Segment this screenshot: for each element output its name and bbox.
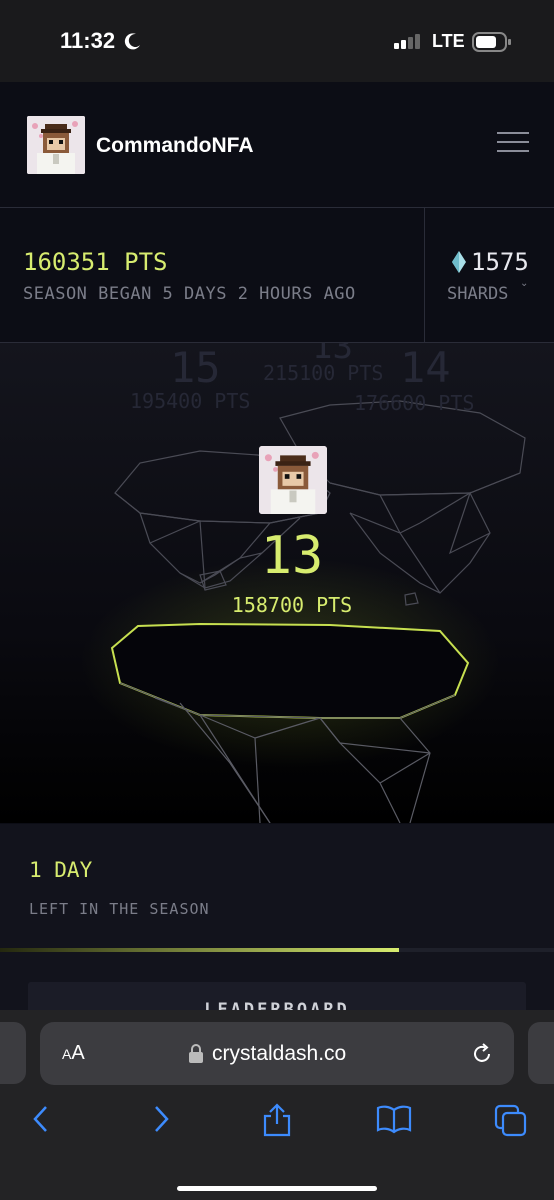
battery-icon [472, 32, 511, 52]
stats-divider [424, 208, 425, 342]
season-progress-fill [0, 948, 399, 952]
browser-toolbar: AA crystaldash.co [0, 1010, 554, 1200]
next-tab[interactable] [528, 1022, 554, 1084]
avatar[interactable] [27, 116, 85, 174]
lock-icon [189, 1044, 203, 1063]
rank-right-number: 14 [400, 343, 451, 392]
player-avatar [259, 446, 327, 514]
stats-row: 160351 PTS SEASON BEGAN 5 DAYS 2 HOURS A… [0, 208, 554, 343]
points-value: 160351 PTS [23, 248, 168, 276]
days-left-value: 1 DAY [29, 858, 93, 882]
forward-icon[interactable] [150, 1104, 172, 1134]
signal-icon [394, 34, 420, 49]
rank-top-points: 215100 PTS [263, 361, 384, 385]
days-left-label: LEFT IN THE SEASON [29, 900, 210, 918]
status-time: 11:32 [60, 28, 116, 53]
podium-area: 15 14 13 215100 PTS 195400 PTS 176600 PT… [0, 343, 554, 823]
share-icon[interactable] [262, 1102, 292, 1138]
monkey-avatar-icon [27, 116, 85, 174]
rank-left-points: 195400 PTS [130, 389, 251, 413]
shards-value[interactable]: 1575 [471, 248, 529, 276]
bookmarks-icon[interactable] [376, 1104, 412, 1134]
menu-bar [497, 141, 529, 143]
username[interactable]: CommandoNFA [96, 134, 254, 158]
menu-bar [497, 150, 529, 152]
current-rank-points: 158700 PTS [231, 593, 353, 617]
chevron-down-icon[interactable]: ⌄ [520, 278, 528, 289]
shards-label: SHARDS [447, 284, 509, 304]
address-bar[interactable]: AA crystaldash.co [40, 1022, 514, 1085]
current-rank: 13 [260, 526, 324, 586]
back-icon[interactable] [30, 1104, 52, 1134]
status-bar: 11:32 LTE [0, 0, 554, 82]
rank-left-number: 15 [170, 343, 221, 392]
shard-icon [452, 251, 466, 273]
reload-icon[interactable] [470, 1042, 494, 1066]
home-indicator [177, 1186, 377, 1191]
site-header: CommandoNFA [0, 82, 554, 208]
season-progress-bar [0, 948, 554, 952]
rank-right-points: 176600 PTS [354, 391, 475, 415]
previous-tab[interactable] [0, 1022, 26, 1084]
season-began-text: SEASON BEGAN 5 DAYS 2 HOURS AGO [23, 284, 356, 304]
menu-button[interactable] [497, 132, 529, 156]
season-panel: 1 DAY LEFT IN THE SEASON LEADERBOARD [0, 824, 554, 1022]
text-size-button[interactable]: AA [62, 1042, 85, 1065]
tabs-icon[interactable] [494, 1104, 528, 1138]
moon-icon [124, 33, 140, 50]
url-text[interactable]: crystaldash.co [212, 1042, 346, 1066]
network-label: LTE [432, 31, 465, 51]
monkey-avatar-icon [259, 446, 327, 514]
menu-bar [497, 132, 529, 134]
